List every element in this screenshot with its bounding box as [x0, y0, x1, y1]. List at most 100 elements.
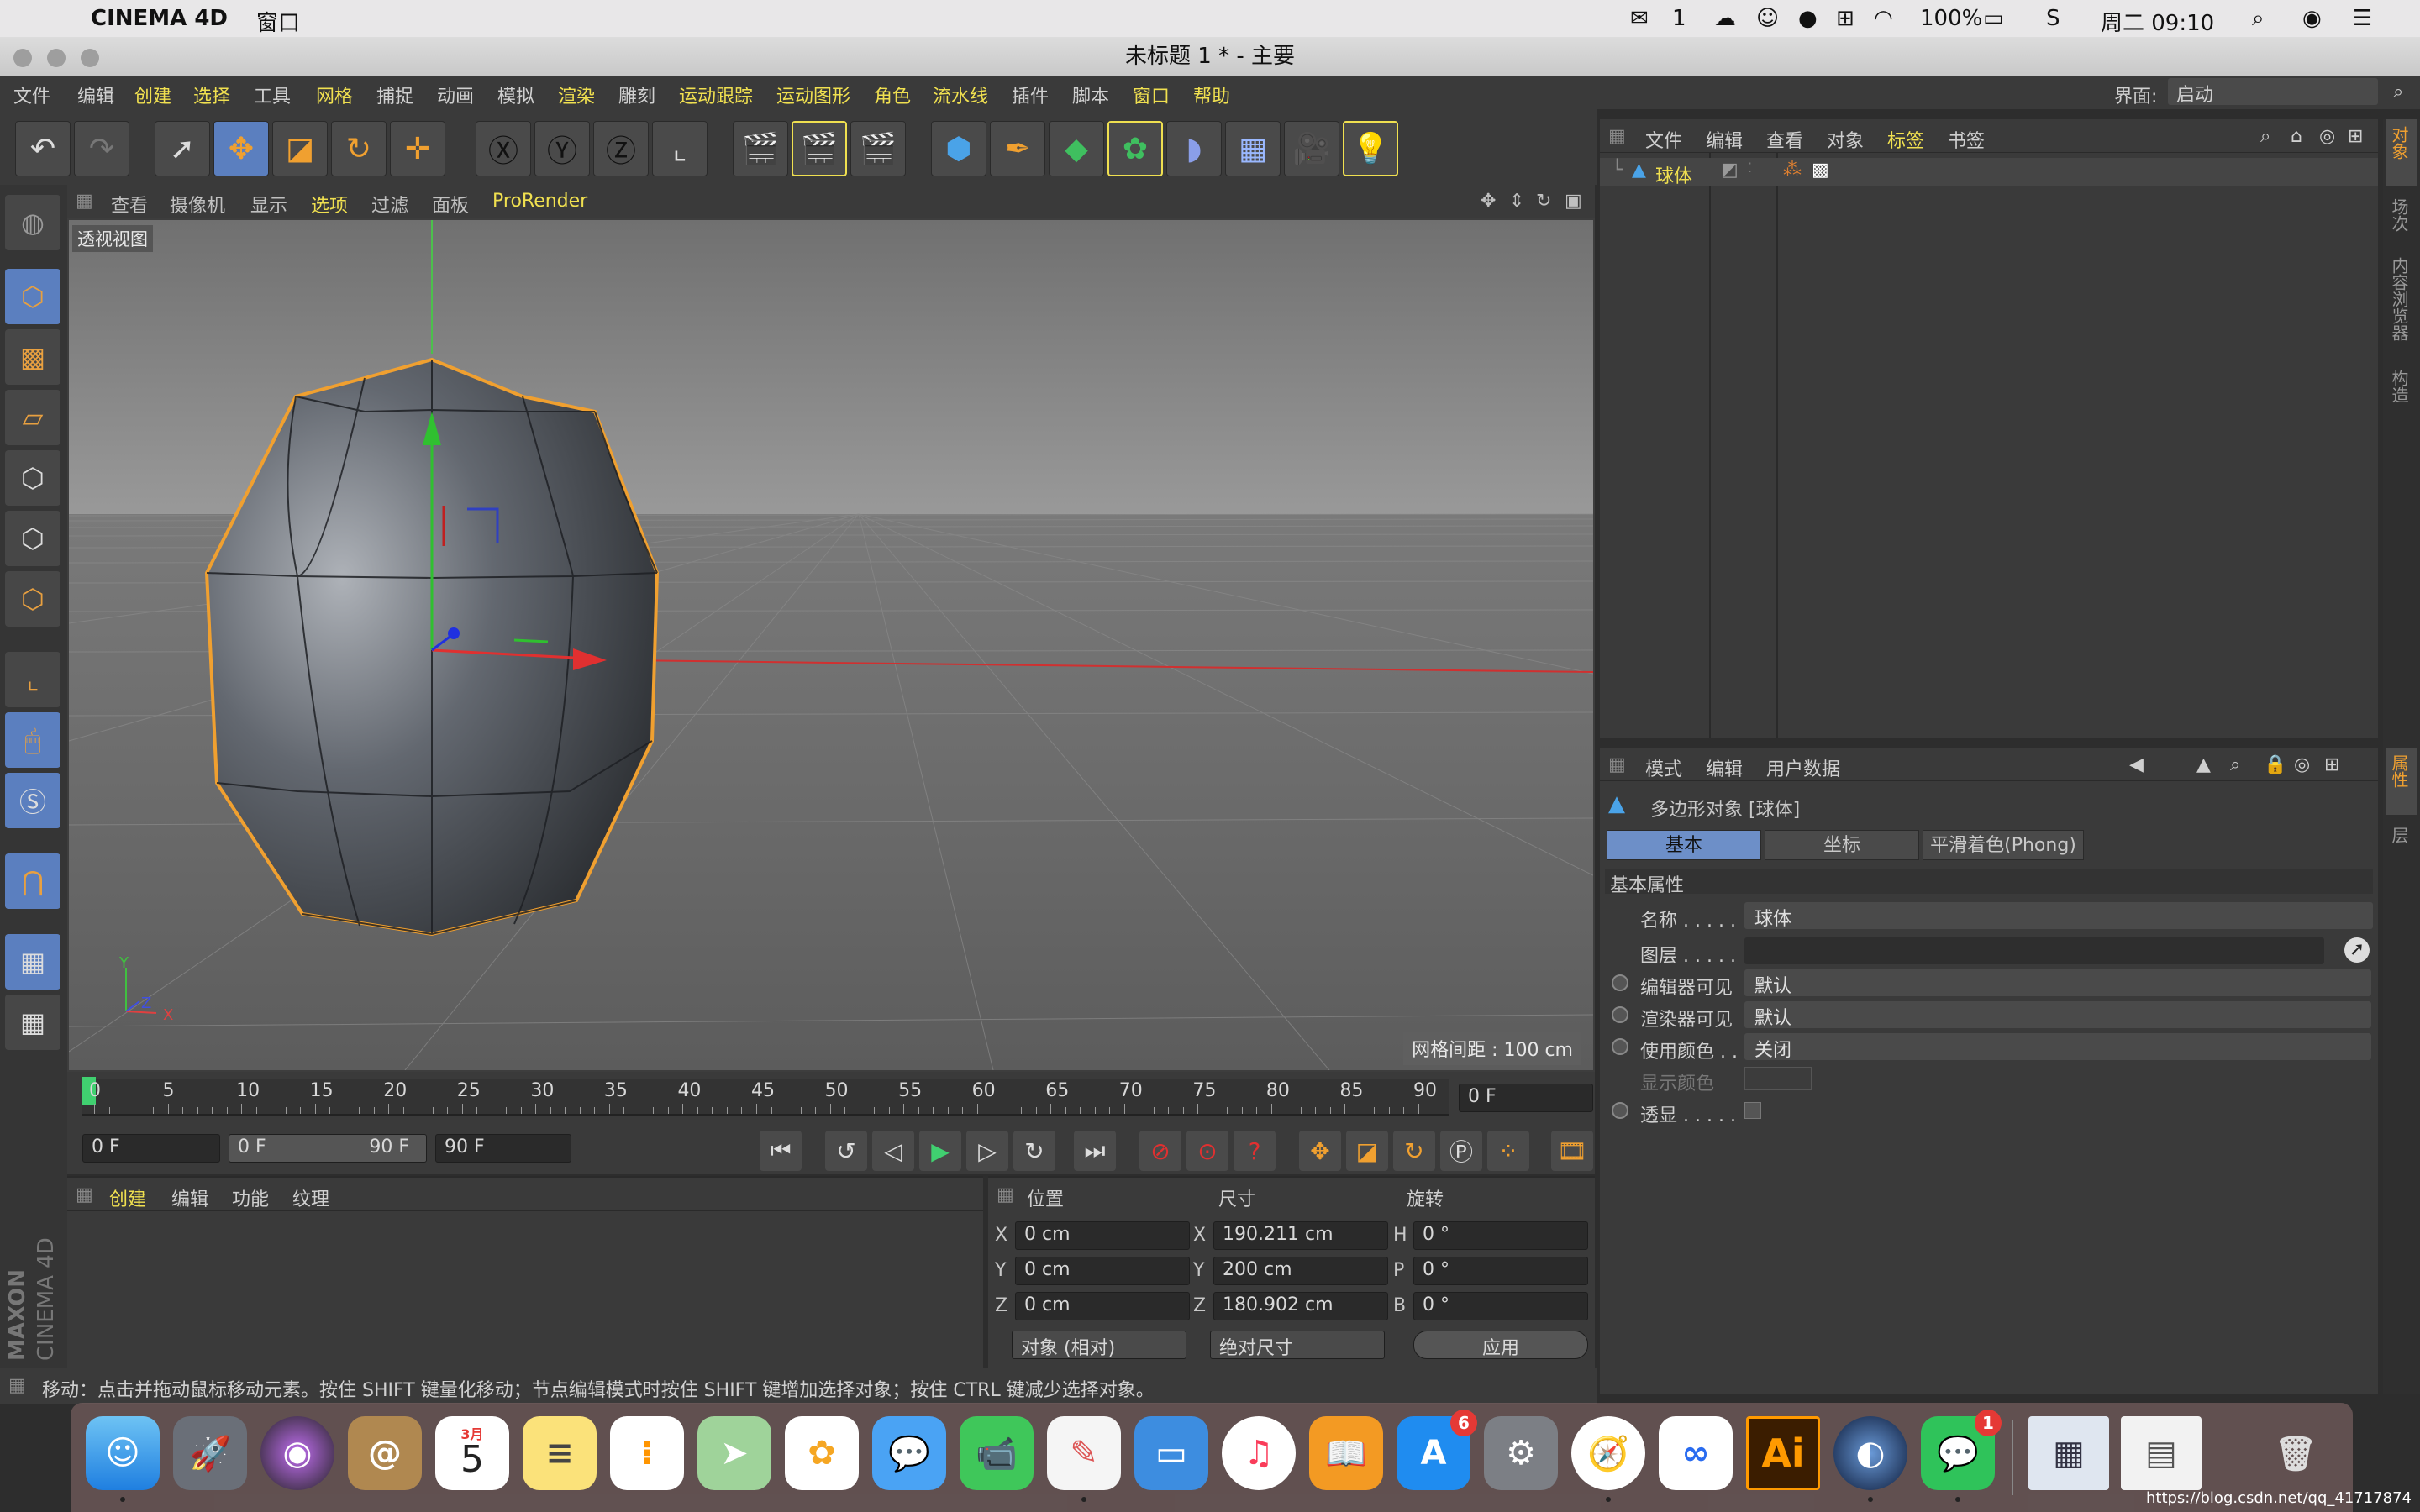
- subdivision-surface-icon[interactable]: ◆: [1049, 121, 1104, 176]
- menu-pipeline[interactable]: 流水线: [933, 81, 988, 108]
- music-icon[interactable]: ♫: [1222, 1416, 1296, 1490]
- attr-name-input[interactable]: 球体: [1744, 902, 2373, 930]
- y-axis-lock-icon[interactable]: Ⓨ: [534, 121, 590, 176]
- keyframe-selection-icon[interactable]: ?: [1234, 1131, 1276, 1171]
- next-key-icon[interactable]: ↻: [1013, 1131, 1055, 1171]
- rotation-b-field[interactable]: 0 °: [1413, 1292, 1588, 1320]
- xray-anim-icon[interactable]: [1612, 1102, 1628, 1119]
- key-parameter-icon[interactable]: Ⓟ: [1440, 1131, 1482, 1171]
- close-window-button[interactable]: [13, 49, 32, 67]
- vp-menu-view[interactable]: 查看: [111, 191, 148, 218]
- search-icon[interactable]: ⌕: [2393, 81, 2403, 102]
- layer-icon[interactable]: ◩: [1721, 160, 1739, 181]
- menu-script[interactable]: 脚本: [1072, 81, 1109, 108]
- position-z-field[interactable]: 0 cm: [1015, 1292, 1190, 1320]
- messages-icon[interactable]: 💬: [872, 1416, 946, 1490]
- attr-target-icon[interactable]: ◎: [2294, 754, 2310, 775]
- lock-workplane-icon[interactable]: ▦: [5, 934, 60, 990]
- notification-center-icon[interactable]: ☰: [2353, 6, 2372, 31]
- apply-button[interactable]: 应用: [1413, 1331, 1588, 1359]
- obj-menu-file[interactable]: 文件: [1645, 126, 1682, 153]
- menu-animate[interactable]: 动画: [437, 81, 474, 108]
- attr-layer-link[interactable]: [1744, 937, 2324, 964]
- make-editable-icon[interactable]: ◍: [5, 195, 60, 250]
- points-mode-icon[interactable]: ⬡: [5, 450, 60, 506]
- reminders-icon[interactable]: ⁝: [610, 1416, 684, 1490]
- obj-menu-view[interactable]: 查看: [1766, 126, 1803, 153]
- menu-plugins[interactable]: 插件: [1012, 81, 1049, 108]
- enable-axis-icon[interactable]: ⌞: [5, 652, 60, 707]
- menu-file[interactable]: 文件: [13, 81, 50, 108]
- attr-menu-mode[interactable]: 模式: [1645, 754, 1682, 781]
- visibility-dots-icon[interactable]: ⁚: [1748, 160, 1752, 176]
- zoom-window-button[interactable]: [81, 49, 99, 67]
- side-tab-objects[interactable]: 对象: [2386, 119, 2417, 186]
- trash-icon[interactable]: 🗑: [2259, 1416, 2333, 1490]
- coordinate-system-icon[interactable]: ⌞: [652, 121, 708, 176]
- tab-basic[interactable]: 基本: [1607, 830, 1761, 860]
- cloud-status-icon[interactable]: ☁: [1714, 6, 1736, 31]
- wifi-icon[interactable]: ◠: [1874, 6, 1893, 31]
- attr-back-icon[interactable]: ◀: [2129, 754, 2144, 775]
- coord-mode-dropdown[interactable]: 对象 (相对): [1012, 1331, 1186, 1359]
- key-position-icon[interactable]: ✥: [1299, 1131, 1341, 1171]
- siri-dock-icon[interactable]: ◉: [260, 1416, 334, 1490]
- minimize-window-button[interactable]: [47, 49, 66, 67]
- redo-icon[interactable]: ↷: [74, 121, 129, 176]
- z-axis-lock-icon[interactable]: Ⓩ: [593, 121, 649, 176]
- menu-mesh[interactable]: 网格: [316, 81, 353, 108]
- photos-icon[interactable]: ✿: [785, 1416, 859, 1490]
- uvw-tag-icon[interactable]: ▩: [1812, 160, 1829, 181]
- menu-snap[interactable]: 捕捉: [376, 81, 413, 108]
- rotation-h-field[interactable]: 0 °: [1413, 1221, 1588, 1250]
- vp-maximize-icon[interactable]: ▣: [1565, 191, 1582, 212]
- size-y-field[interactable]: 200 cm: [1213, 1257, 1388, 1285]
- timeline-ruler[interactable]: 0 5 10 15 20 25 30 35 40 45 50 55 60 65 70 75 80 85 90 0 F: [67, 1072, 1595, 1122]
- mat-menu-texture[interactable]: 纹理: [292, 1184, 329, 1211]
- x-axis-lock-icon[interactable]: Ⓧ: [476, 121, 531, 176]
- app-store-icon[interactable]: A6: [1397, 1410, 1477, 1490]
- obj-menu-edit[interactable]: 编辑: [1706, 126, 1743, 153]
- side-tab-content-browser[interactable]: 内容浏览器: [2386, 250, 2417, 360]
- maps-icon[interactable]: ➤: [697, 1416, 771, 1490]
- menu-mograph[interactable]: 运动图形: [776, 81, 850, 108]
- obj-home-icon[interactable]: ⌂: [2291, 126, 2302, 147]
- render-view-icon[interactable]: 🎬: [733, 121, 788, 176]
- side-tab-layers[interactable]: 层: [2386, 820, 2417, 862]
- attr-grip-icon[interactable]: ▦: [1608, 754, 1626, 775]
- bend-deformer-icon[interactable]: ◗: [1166, 121, 1222, 176]
- timeline-window-icon[interactable]: 🎞: [1551, 1131, 1593, 1171]
- object-row-sphere[interactable]: └ ▲ 球体 ◩ ⁚ ⁂ ▩: [1600, 158, 2378, 188]
- attr-up-icon[interactable]: ▲: [2196, 754, 2211, 775]
- pages-icon[interactable]: ✎: [1047, 1416, 1121, 1490]
- preview-end-field[interactable]: 90 F: [435, 1134, 571, 1163]
- object-grip-icon[interactable]: ▦: [1608, 126, 1626, 147]
- recent-document-icon[interactable]: ▤: [2121, 1416, 2202, 1490]
- goto-start-icon[interactable]: ⏮: [760, 1131, 802, 1171]
- current-frame-field[interactable]: 0 F: [1459, 1084, 1593, 1112]
- wechat-status-icon[interactable]: ✉: [1630, 6, 1649, 31]
- viewport-camera-label[interactable]: 透视视图: [72, 225, 153, 252]
- menu-create[interactable]: 创建: [134, 81, 171, 108]
- perspective-viewport[interactable]: Y Z X 透视视图 网格间距 : 100 cm: [67, 218, 1595, 1072]
- object-name[interactable]: 球体: [1655, 161, 1692, 188]
- vp-menu-display[interactable]: 显示: [250, 191, 287, 218]
- vp-menu-camera[interactable]: 摄像机: [170, 191, 225, 218]
- autokey-icon[interactable]: ⊙: [1186, 1131, 1228, 1171]
- render-visible-dropdown[interactable]: 默认: [1744, 1001, 2371, 1029]
- baidu-netdisk-icon[interactable]: ∞: [1659, 1416, 1733, 1490]
- cinema4d-dock-icon[interactable]: ◐: [1833, 1416, 1907, 1490]
- workplane-mode-icon[interactable]: ▱: [5, 390, 60, 445]
- viewport-grip-icon[interactable]: ▦: [76, 191, 93, 212]
- render-visible-anim-icon[interactable]: [1612, 1006, 1628, 1023]
- render-picture-viewer-icon[interactable]: 🎬: [792, 121, 847, 176]
- editor-visible-anim-icon[interactable]: [1612, 974, 1628, 991]
- planar-workplane-icon[interactable]: ▦: [5, 995, 60, 1050]
- render-settings-icon[interactable]: 🎬: [850, 121, 906, 176]
- obj-new-window-icon[interactable]: ⊞: [2348, 126, 2363, 147]
- menu-help[interactable]: 帮助: [1193, 81, 1230, 108]
- notes-icon[interactable]: ≡: [523, 1416, 597, 1490]
- move-tool-icon[interactable]: ✥: [213, 121, 269, 176]
- tab-phong[interactable]: 平滑着色(Phong): [1923, 830, 2084, 860]
- mat-menu-edit[interactable]: 编辑: [171, 1184, 208, 1211]
